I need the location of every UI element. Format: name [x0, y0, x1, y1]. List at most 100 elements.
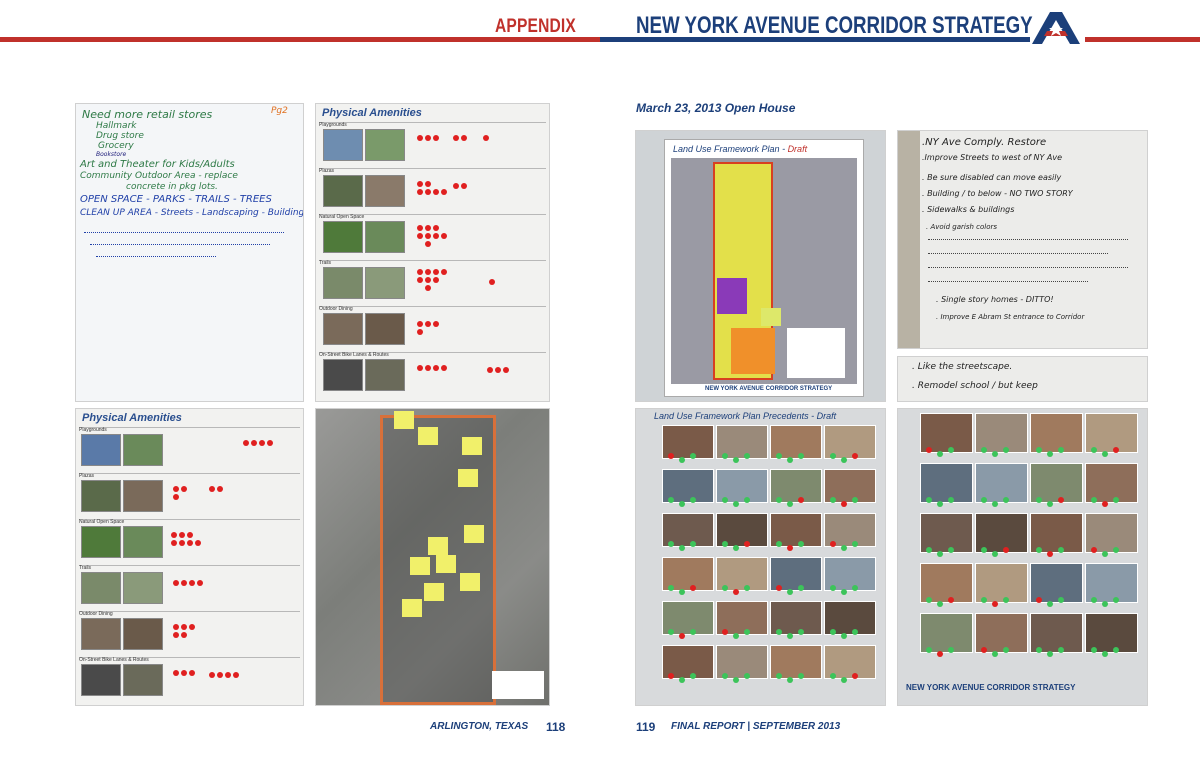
vote-dot [690, 453, 696, 459]
vote-dot [441, 189, 447, 195]
vote-dot [267, 440, 273, 446]
vote-dot [798, 629, 804, 635]
board-row: Outdoor Dining [319, 306, 546, 353]
vote-dot [690, 497, 696, 503]
vote-dot [425, 189, 431, 195]
flipchart-line: concrete in pkg lots. [126, 182, 218, 192]
handwriting-scribble [84, 232, 284, 234]
vote-dot [926, 547, 932, 553]
vote-dot [733, 545, 739, 551]
vote-dot [181, 486, 187, 492]
vote-dot [690, 541, 696, 547]
vote-dot [668, 673, 674, 679]
photo-precedents-board-left: Land Use Framework Plan Precedents - Dra… [635, 408, 886, 706]
vote-dot [259, 440, 265, 446]
vote-dot [1047, 451, 1053, 457]
vote-dot [744, 673, 750, 679]
vote-dot [992, 501, 998, 507]
vote-dot [417, 277, 423, 283]
vote-dot [948, 497, 954, 503]
precedent-photo-grid [662, 425, 882, 701]
amenity-photo [323, 129, 363, 161]
vote-dot [690, 585, 696, 591]
vote-dot [441, 233, 447, 239]
vote-dot [417, 269, 423, 275]
vote-dot [209, 486, 215, 492]
handwriting-scribble [96, 256, 216, 258]
vote-dot [1102, 601, 1108, 607]
vote-dot [181, 624, 187, 630]
vote-dot [217, 672, 223, 678]
board-row: Plazas [319, 168, 546, 215]
vote-dot [722, 453, 728, 459]
vote-dot [461, 135, 467, 141]
footer-report-date: FINAL REPORT | SEPTEMBER 2013 [671, 721, 841, 732]
vote-dot [981, 447, 987, 453]
vote-dot [179, 540, 185, 546]
arlington-star-logo-icon [1032, 12, 1080, 44]
vote-dot [668, 497, 674, 503]
flipchart-line: . Improve E Abram St entrance to Corrido… [936, 313, 1085, 321]
vote-dot [453, 183, 459, 189]
row-label: Playgrounds [79, 427, 107, 433]
vote-dot [187, 532, 193, 538]
photo-flipchart-comments-right: .NY Ave Comply. Restore .Improve Streets… [897, 130, 1148, 349]
vote-dot [798, 497, 804, 503]
vote-dot [830, 497, 836, 503]
amenity-photo [123, 664, 163, 696]
flipchart-corner-mark: Pg2 [271, 106, 288, 116]
amenity-photo [123, 434, 163, 466]
vote-dot [1003, 447, 1009, 453]
amenity-photo [81, 664, 121, 696]
sticky-note [424, 583, 444, 601]
page-number-right: 119 [636, 720, 656, 734]
vote-dot [937, 451, 943, 457]
framework-title-text: Land Use Framework Plan [673, 144, 780, 154]
land-use-purple [717, 278, 747, 314]
vote-dot [173, 494, 179, 500]
vote-dot [433, 365, 439, 371]
amenity-photo [365, 359, 405, 391]
vote-dot [841, 501, 847, 507]
row-label: On-Street Bike Lanes & Routes [319, 352, 389, 358]
vote-dot [937, 551, 943, 557]
vote-dot [992, 601, 998, 607]
sticky-note [761, 308, 781, 326]
vote-dot [852, 541, 858, 547]
vote-dot [417, 225, 423, 231]
vote-dot [679, 501, 685, 507]
vote-dot [679, 545, 685, 551]
amenity-photo [365, 267, 405, 299]
row-label: Plazas [319, 168, 335, 174]
sticky-note [464, 525, 484, 543]
vote-dot [225, 672, 231, 678]
amenity-photo [81, 618, 121, 650]
vote-dot [830, 673, 836, 679]
vote-dot [487, 367, 493, 373]
vote-dot [173, 624, 179, 630]
vote-dot [733, 501, 739, 507]
vote-dot [173, 670, 179, 676]
vote-dot [433, 269, 439, 275]
vote-dot [441, 365, 447, 371]
vote-dot [417, 233, 423, 239]
vote-dot [181, 632, 187, 638]
vote-dot [417, 365, 423, 371]
amenity-photo [365, 313, 405, 345]
vote-dot [668, 453, 674, 459]
vote-dot [243, 440, 249, 446]
vote-dot [433, 233, 439, 239]
vote-dot [1091, 497, 1097, 503]
vote-dot [926, 597, 932, 603]
vote-dot [433, 225, 439, 231]
vote-dot [733, 457, 739, 463]
vote-dot [189, 624, 195, 630]
vote-dot [787, 633, 793, 639]
flipchart-line: . Building / to below - NO TWO STORY [922, 189, 1073, 198]
vote-dot [425, 365, 431, 371]
amenity-photo [365, 129, 405, 161]
board-row: Playgrounds [319, 122, 546, 169]
photo-edge [898, 131, 920, 348]
amenity-photo [323, 267, 363, 299]
amenity-photo [81, 526, 121, 558]
